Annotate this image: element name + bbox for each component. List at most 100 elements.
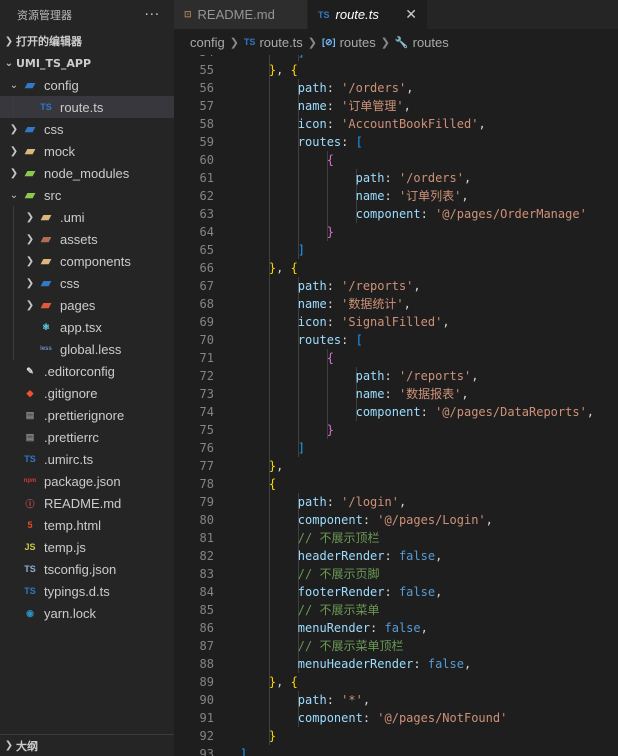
- tree-item[interactable]: 5 temp.html: [0, 514, 174, 536]
- tree-item-label: css: [60, 275, 80, 291]
- tree-item[interactable]: JS temp.js: [0, 536, 174, 558]
- html-file-icon: 5: [27, 520, 33, 530]
- project-section[interactable]: ⌄ UMI_TS_APP: [0, 52, 174, 74]
- wrench-icon: 🔧: [394, 36, 409, 49]
- code-text: icon: 'AccountBookFilled',: [298, 115, 486, 133]
- code-line: 77},: [174, 457, 618, 475]
- tab-route-ts[interactable]: TS route.ts ✕: [308, 0, 428, 29]
- tree-item[interactable]: ❯ ▰ pages: [0, 294, 174, 316]
- indent-guide: [268, 421, 270, 439]
- code-text: {: [327, 151, 334, 169]
- line-number: 63: [199, 207, 214, 221]
- code-token: 'AccountBookFilled': [341, 117, 479, 131]
- code-text: ]: [298, 241, 305, 259]
- tree-item[interactable]: ▤ .prettierrc: [0, 426, 174, 448]
- code-token: false: [398, 585, 436, 599]
- tab-label: README.md: [197, 7, 275, 22]
- line-number: 55: [199, 63, 214, 77]
- code-token: :: [384, 189, 399, 203]
- outline-section[interactable]: ❯ 大纲: [0, 734, 174, 756]
- open-editors-section[interactable]: ❯ 打开的编辑器: [0, 30, 174, 52]
- code-token: ,: [485, 513, 493, 527]
- chevron-down-icon: ⌄: [4, 57, 14, 69]
- code-token: :: [326, 99, 342, 113]
- code-token: ]: [298, 55, 305, 59]
- indent-guide: [268, 97, 270, 115]
- code-token: '@/pages/DataReports': [435, 405, 587, 419]
- code-token: name: [297, 99, 327, 113]
- tree-item[interactable]: ⌄ ▰ src: [0, 184, 174, 206]
- code-line: 80 component: '@/pages/Login',: [174, 511, 618, 529]
- tree-item[interactable]: npm package.json: [0, 470, 174, 492]
- chevron-right-icon: ❯: [9, 145, 19, 157]
- tree-item[interactable]: ❯ ▰ css: [0, 118, 174, 140]
- folder-icon: ▰: [41, 209, 51, 224]
- code-token: component: [297, 711, 363, 725]
- tree-item[interactable]: TS .umirc.ts: [0, 448, 174, 470]
- code-text: path: '/reports',: [356, 367, 479, 385]
- prettier-file-icon: ▤: [25, 431, 35, 442]
- code-token: '订单列表': [398, 189, 462, 203]
- tree-item-label: pages: [60, 297, 96, 313]
- indent-guide: [326, 385, 328, 403]
- tree-item[interactable]: ❯ ▰ mock: [0, 140, 174, 162]
- indent-guide: [326, 187, 328, 205]
- tree-item[interactable]: ❯ ▰ components: [0, 250, 174, 272]
- code-token: :: [384, 549, 399, 563]
- breadcrumb-item-routes[interactable]: routes: [340, 35, 376, 50]
- line-number: 65: [199, 243, 214, 257]
- tree-item[interactable]: TS route.ts: [0, 96, 174, 118]
- code-line: 73 name: '数据报表',: [174, 385, 618, 403]
- code-token: {: [290, 63, 298, 77]
- tree-item[interactable]: ❯ ▰ .umi: [0, 206, 174, 228]
- indent-guide: [13, 96, 14, 118]
- code-text: ]: [240, 745, 247, 756]
- breadcrumb-item-config[interactable]: config: [190, 35, 225, 50]
- breadcrumb-item-routes-nested[interactable]: routes: [413, 35, 449, 50]
- code-token: :: [326, 495, 342, 509]
- tree-item[interactable]: ⌄ ▰ config: [0, 74, 174, 96]
- code-token: ,: [413, 279, 421, 293]
- close-icon[interactable]: ✕: [405, 6, 417, 23]
- file-tree: ⌄ ▰ config TS route.ts ❯ ▰ css ❯ ▰ mock ❯ ▰ node_modu…: [0, 74, 174, 624]
- tree-item[interactable]: ⓘ README.md: [0, 492, 174, 514]
- code-token: ,: [435, 549, 443, 563]
- tree-item[interactable]: ◆ .gitignore: [0, 382, 174, 404]
- tree-item-label: package.json: [44, 473, 121, 489]
- code-token: '/reports': [341, 279, 414, 293]
- line-number: 59: [199, 135, 214, 149]
- code-token: 'SignalFilled': [341, 315, 443, 329]
- tree-item[interactable]: ❯ ▰ css: [0, 272, 174, 294]
- code-editor[interactable]: 54]55}, {56path: '/orders',57name: '订单管理…: [174, 55, 618, 756]
- tab-readme[interactable]: ⊡ README.md: [174, 0, 308, 29]
- code-line: 88 menuHeaderRender: false,: [174, 655, 618, 673]
- tree-item[interactable]: ⚛ app.tsx: [0, 316, 174, 338]
- code-text: }: [269, 727, 276, 745]
- breadcrumb-item-file[interactable]: route.ts: [259, 35, 302, 50]
- tree-item[interactable]: ◉ yarn.lock: [0, 602, 174, 624]
- code-line: 86 menuRender: false,: [174, 619, 618, 637]
- more-actions-icon[interactable]: ···: [145, 8, 160, 23]
- chevron-right-icon: ❯: [9, 167, 19, 179]
- code-line: 78 {: [174, 475, 618, 493]
- code-line: 75}: [174, 421, 618, 439]
- indent-guide: [297, 223, 299, 241]
- tree-item[interactable]: ❯ ▰ node_modules: [0, 162, 174, 184]
- line-number: 78: [199, 477, 214, 491]
- tree-item[interactable]: less global.less: [0, 338, 174, 360]
- editor-tabs: ⊡ README.md TS route.ts ✕: [174, 0, 618, 29]
- tree-item-label: .umi: [60, 209, 85, 225]
- tree-item[interactable]: TS tsconfig.json: [0, 558, 174, 580]
- code-token: false: [427, 657, 464, 671]
- tree-item[interactable]: TS typings.d.ts: [0, 580, 174, 602]
- code-token: {: [326, 351, 334, 365]
- ts-file-icon: TS: [24, 454, 36, 464]
- indent-guide: [268, 439, 270, 457]
- tree-item-label: route.ts: [60, 99, 104, 115]
- tree-item[interactable]: ✎ .editorconfig: [0, 360, 174, 382]
- tree-item[interactable]: ❯ ▰ assets: [0, 228, 174, 250]
- code-token: ,: [463, 171, 472, 185]
- line-number: 83: [199, 567, 214, 581]
- tree-item[interactable]: ▤ .prettierignore: [0, 404, 174, 426]
- code-line: 87 // 不展示菜单顶栏: [174, 637, 618, 655]
